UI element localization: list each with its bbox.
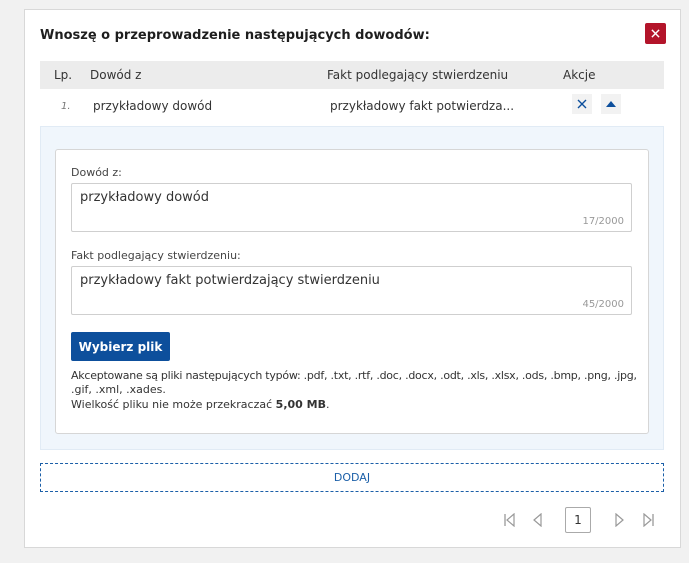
dowod-counter: 17/2000 — [582, 216, 624, 227]
current-page[interactable]: 1 — [565, 507, 591, 533]
first-page-button[interactable] — [499, 509, 519, 531]
fakt-textarea[interactable]: przykładowy fakt potwierdzający stwierdz… — [71, 266, 632, 315]
previous-page-icon — [533, 513, 542, 527]
dowod-value: przykładowy dowód — [80, 190, 210, 205]
first-page-icon — [504, 513, 515, 527]
add-evidence-button[interactable]: DODAJ — [40, 463, 664, 492]
next-page-button[interactable] — [610, 509, 630, 531]
file-size-note: Wielkość pliku nie może przekraczać 5,00… — [71, 398, 329, 411]
file-size-prefix: Wielkość pliku nie może przekraczać — [71, 398, 273, 411]
delete-row-button[interactable] — [572, 94, 592, 114]
header-akcje: Akcje — [563, 68, 596, 82]
close-icon — [651, 29, 660, 38]
accepted-types-line1: Akceptowane są pliki następujących typów… — [71, 369, 637, 382]
table-header: Lp. Dowód z Fakt podlegający stwierdzeni… — [40, 61, 664, 89]
next-page-icon — [615, 513, 624, 527]
row-fakt: przykładowy fakt potwierdza... — [330, 99, 515, 113]
dowod-textarea[interactable]: przykładowy dowód 17/2000 — [71, 183, 632, 232]
file-size-suffix: . — [325, 398, 330, 411]
fakt-counter: 45/2000 — [582, 299, 624, 310]
row-lp: 1. — [61, 101, 71, 112]
accepted-types-line2: .gif, .xml, .xades. — [71, 383, 166, 396]
previous-page-button[interactable] — [527, 509, 547, 531]
row-dowod: przykładowy dowód — [93, 99, 213, 113]
header-lp: Lp. — [54, 68, 73, 82]
caret-up-icon — [606, 101, 616, 107]
file-size-value: 5,00 MB — [275, 398, 326, 411]
dialog-title: Wnoszę o przeprowadzenie następujących d… — [40, 28, 430, 43]
last-page-icon — [643, 513, 654, 527]
header-dowod: Dowód z — [90, 68, 142, 82]
choose-file-button[interactable]: Wybierz plik — [71, 332, 170, 361]
close-button[interactable] — [645, 23, 666, 44]
table-row: 1. przykładowy dowód przykładowy fakt po… — [40, 89, 664, 125]
fakt-label: Fakt podlegający stwierdzeniu: — [71, 249, 241, 262]
last-page-button[interactable] — [639, 509, 659, 531]
fakt-value: przykładowy fakt potwierdzający stwierdz… — [80, 273, 380, 288]
collapse-row-button[interactable] — [601, 94, 621, 114]
dowod-label: Dowód z: — [71, 166, 122, 179]
close-icon — [577, 99, 587, 109]
header-fakt: Fakt podlegający stwierdzeniu — [327, 68, 509, 82]
